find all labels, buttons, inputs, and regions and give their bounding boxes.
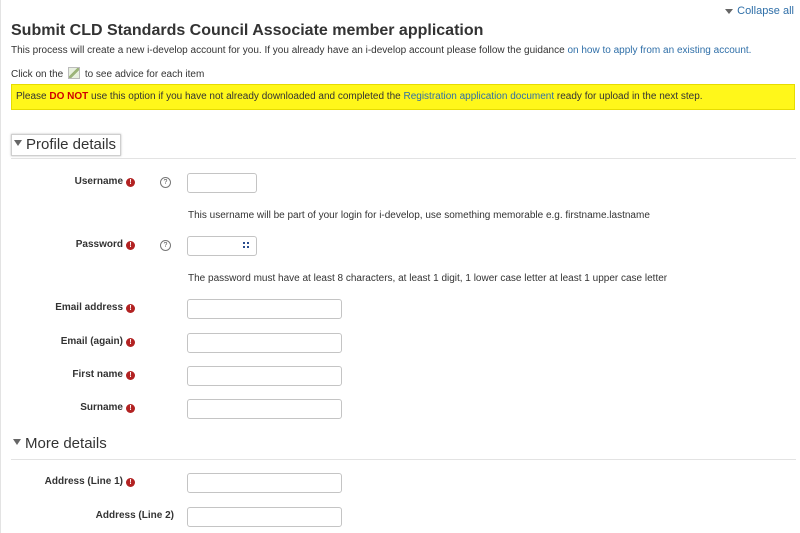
advice-text: Click on the to see advice for each item [11,67,204,80]
first-name-label: First name! [72,369,135,380]
chevron-down-icon [14,140,22,146]
username-row: Username! ? [1,173,800,193]
collapse-all-label: Collapse all [737,5,794,17]
profile-details-section: Profile details [11,134,796,159]
first-name-input[interactable] [187,366,342,386]
password-hint: The password must have at least 8 charac… [188,273,668,284]
more-details-toggle[interactable]: More details [11,435,107,452]
password-input[interactable] [187,236,257,256]
required-icon: ! [126,404,135,413]
registration-document-link[interactable]: Registration application document [403,91,554,102]
address-line2-input[interactable] [187,507,342,527]
warning-notice: Please DO NOT use this option if you hav… [11,84,795,110]
page-title: Submit CLD Standards Council Associate m… [11,22,484,39]
username-input[interactable] [187,173,257,193]
surname-label-text: Surname [80,402,123,413]
intro-body: This process will create a new i-develop… [11,45,568,56]
address-line1-input[interactable] [187,473,342,493]
more-details-legend: More details [25,435,107,452]
address-line2-row: Address (Line 2) [1,507,800,527]
more-details-section: More details [11,435,796,460]
required-icon: ! [126,338,135,347]
collapse-all-link[interactable]: Collapse all [725,5,794,17]
surname-row: Surname! [1,399,800,419]
profile-details-legend: Profile details [26,136,117,153]
required-icon: ! [126,178,135,187]
chevron-down-icon [13,439,21,445]
profile-details-toggle[interactable]: Profile details [11,134,122,156]
password-manager-icon[interactable] [243,242,249,248]
username-label: Username! [75,176,135,187]
chevron-down-icon [725,8,734,14]
help-icon[interactable]: ? [160,240,171,251]
required-icon: ! [126,304,135,313]
notice-after: ready for upload in the next step. [554,91,703,102]
first-name-row: First name! [1,366,800,386]
page: Collapse all Submit CLD Standards Counci… [0,0,800,533]
password-label: Password! [76,239,135,250]
password-row: Password! ? [1,236,800,256]
notice-middle: use this option if you have not already … [88,91,404,102]
help-icon[interactable]: ? [160,177,171,188]
advice-before: Click on the [11,69,64,80]
help-image-icon [68,67,81,79]
email-row: Email address! [1,299,800,319]
address-line2-label: Address (Line 2) [96,510,174,521]
email-label: Email address! [55,302,135,313]
address-line1-row: Address (Line 1)! [1,473,800,493]
existing-account-link[interactable]: on how to apply from an existing account… [567,45,751,56]
surname-label: Surname! [80,402,135,413]
required-icon: ! [126,478,135,487]
username-label-text: Username [74,176,123,187]
surname-input[interactable] [187,399,342,419]
notice-do-not: DO NOT [49,91,89,102]
address-line1-label: Address (Line 1)! [45,476,135,487]
advice-after: to see advice for each item [84,69,205,80]
email-again-input[interactable] [187,333,342,353]
email-label-text: Email address [55,302,123,313]
intro-text: This process will create a new i-develop… [11,45,751,56]
notice-before: Please [16,91,50,102]
address-line2-label-text: Address (Line 2) [95,510,174,521]
required-icon: ! [126,241,135,250]
email-again-row: Email (again)! [1,333,800,353]
password-label-text: Password [75,239,123,250]
required-icon: ! [126,371,135,380]
username-hint: This username will be part of your login… [188,210,650,221]
address-line1-label-text: Address (Line 1) [44,476,123,487]
email-input[interactable] [187,299,342,319]
first-name-label-text: First name [72,369,123,380]
email-again-label: Email (again)! [61,336,135,347]
email-again-label-text: Email (again) [60,336,123,347]
